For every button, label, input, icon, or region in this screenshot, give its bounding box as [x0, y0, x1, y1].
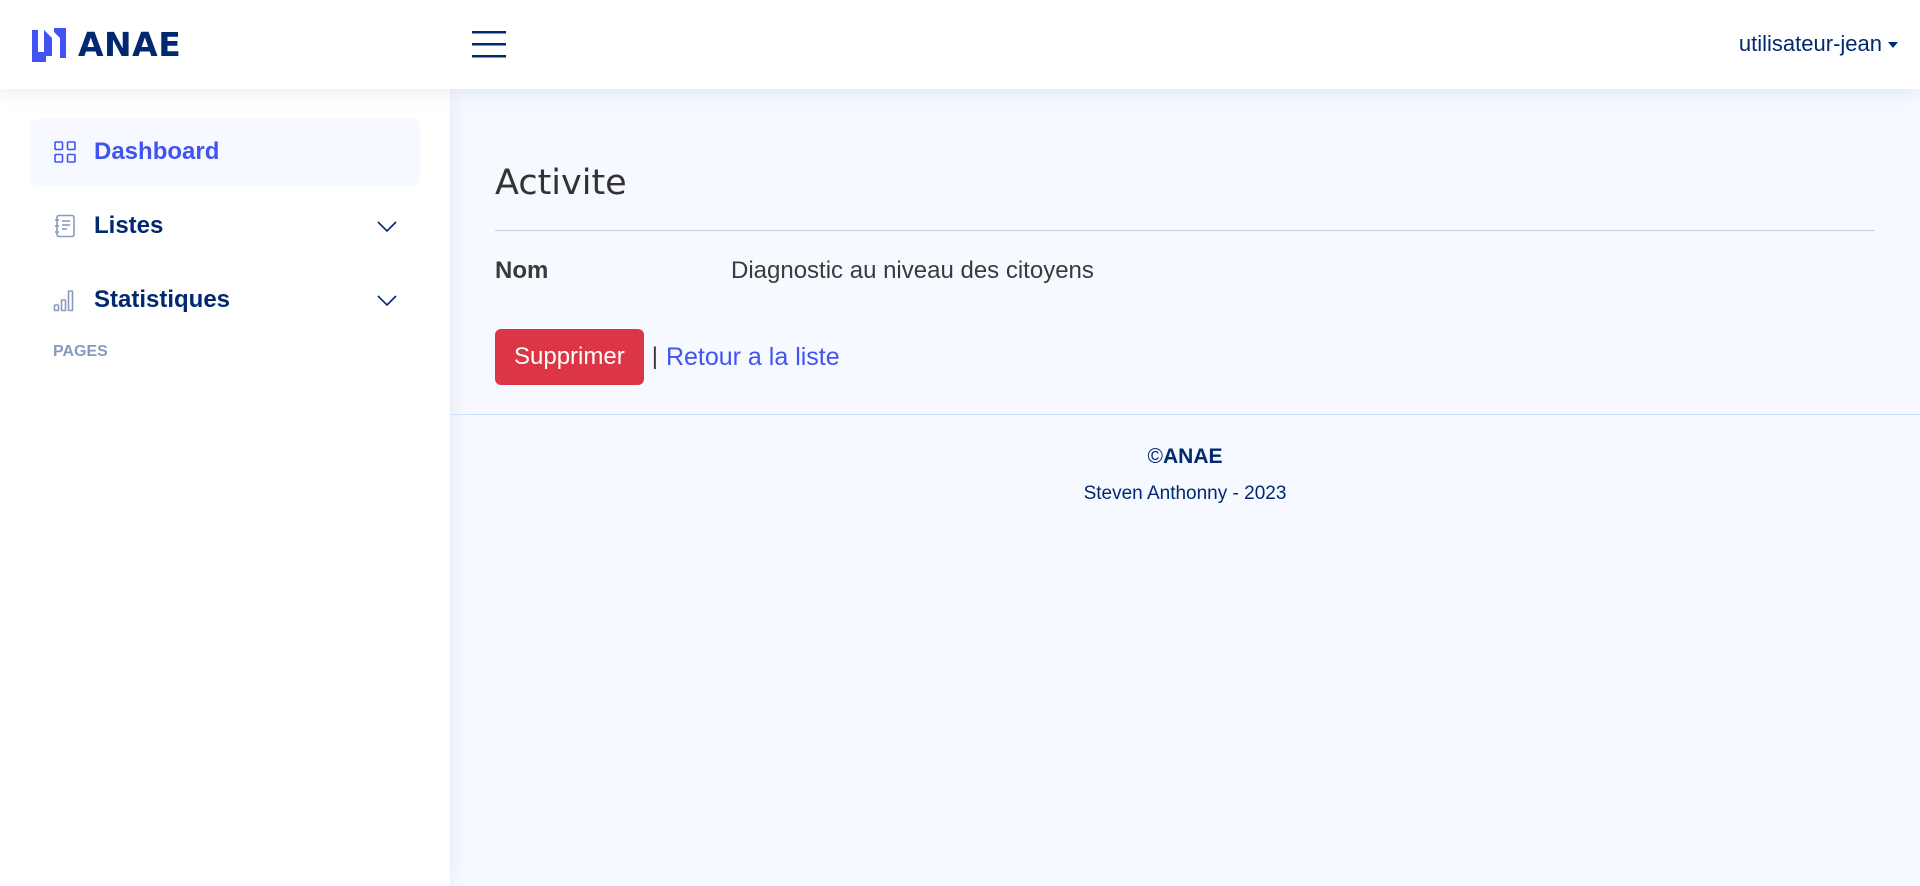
brand-logo[interactable]: ANAE: [30, 24, 181, 64]
user-name: utilisateur-jean: [1738, 31, 1882, 56]
sidebar-heading-pages: PAGES: [53, 343, 108, 360]
back-to-list-link[interactable]: Retour a la liste: [666, 343, 840, 372]
sidebar-item-statistiques[interactable]: Statistiques: [30, 267, 420, 333]
hamburger-icon: [472, 31, 506, 58]
sidebar-item-label: Dashboard: [94, 138, 220, 165]
user-dropdown[interactable]: utilisateur-jean: [1739, 28, 1898, 60]
brand-name: ANAE: [78, 24, 182, 64]
top-header: ANAE utilisateur-jean: [0, 0, 1920, 89]
footer: ©ANAE Steven Anthonny - 2023: [450, 445, 1920, 505]
caret-down-icon: [1888, 42, 1898, 48]
chevron-down-icon: [376, 289, 398, 311]
sidebar-item-label: Statistiques: [94, 286, 231, 313]
sidebar-toggle-button[interactable]: [470, 28, 508, 60]
grid-icon: [52, 139, 78, 165]
copyright-symbol: ©: [1147, 445, 1163, 468]
form-actions: Supprimer | Retour a la liste: [495, 329, 840, 385]
footer-credit: Steven Anthonny - 2023: [1083, 483, 1287, 504]
main-content: Activite Nom Diagnostic au niveau des ci…: [450, 89, 1920, 414]
sidebar-item-listes[interactable]: Listes: [30, 193, 420, 259]
field-label-nom: Nom: [495, 257, 549, 284]
chevron-down-icon: [376, 215, 398, 237]
separator: |: [651, 343, 658, 370]
delete-button[interactable]: Supprimer: [495, 329, 644, 385]
footer-divider: [450, 414, 1920, 415]
sidebar: Dashboard Listes Statistiques PAGES: [0, 89, 450, 886]
journal-text-icon: [52, 213, 78, 239]
title-divider: [495, 230, 1875, 231]
anae-logo-icon: [32, 28, 66, 62]
field-value-nom: Diagnostic au niveau des citoyens: [731, 257, 1094, 284]
footer-copyright: ©ANAE: [450, 445, 1920, 469]
bar-chart-icon: [52, 287, 78, 313]
page-title: Activite: [495, 163, 627, 203]
sidebar-item-dashboard[interactable]: Dashboard: [30, 119, 420, 185]
sidebar-item-label: Listes: [94, 212, 164, 239]
footer-brand: ANAE: [1162, 445, 1223, 468]
